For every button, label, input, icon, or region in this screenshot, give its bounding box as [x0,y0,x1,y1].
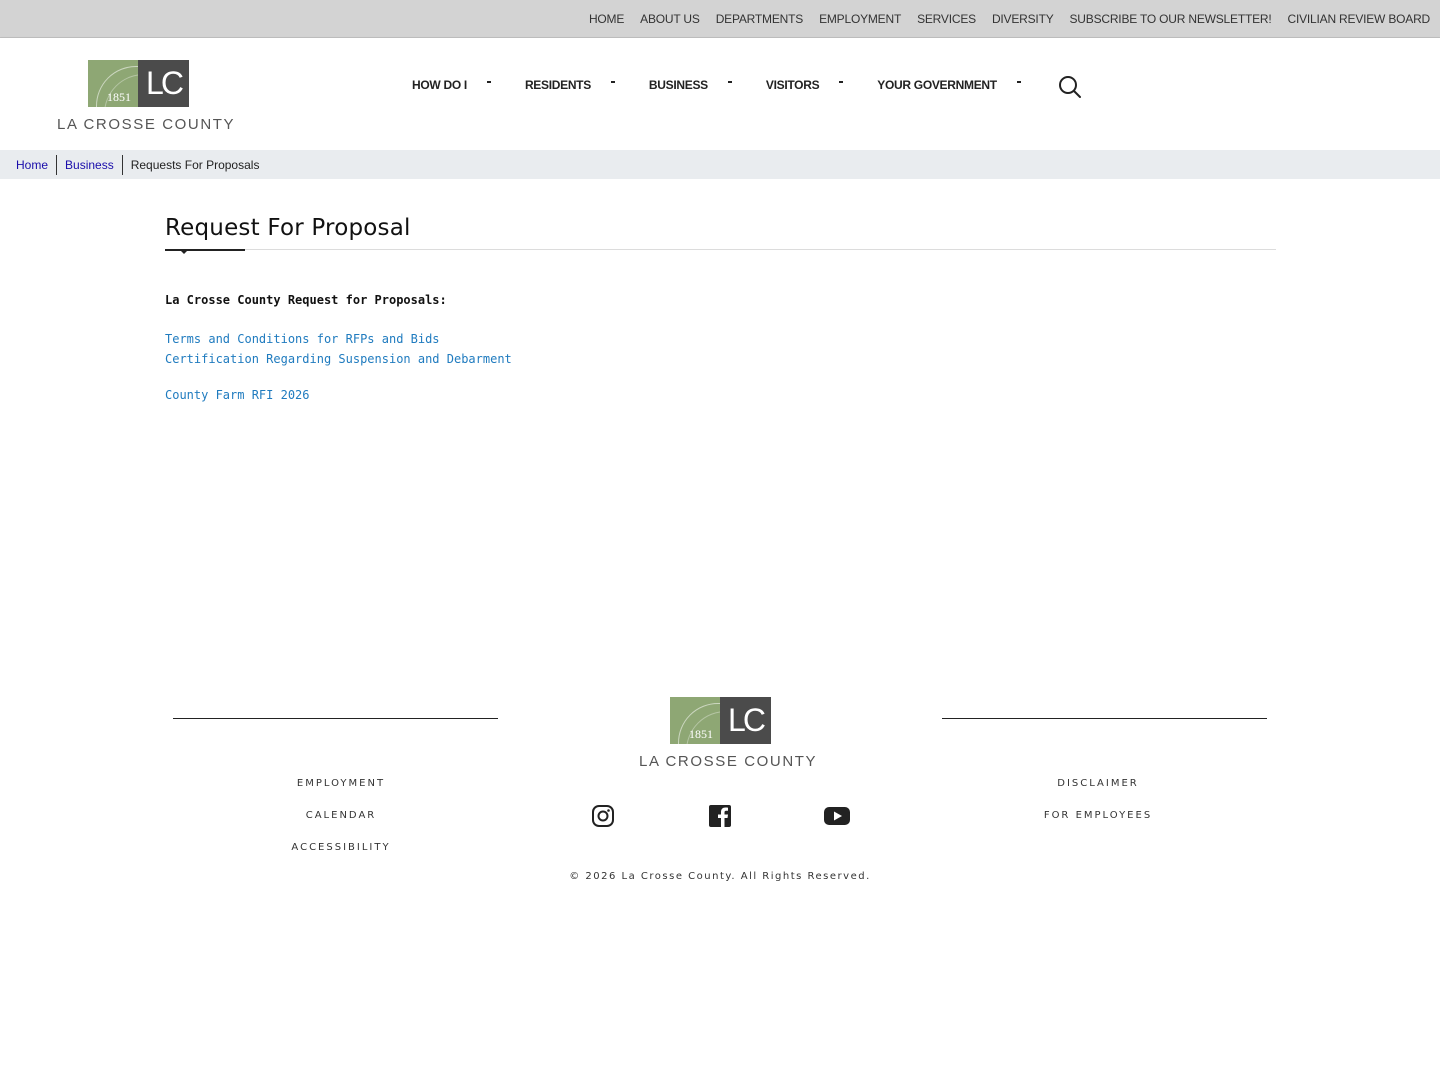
facebook-icon[interactable] [708,804,732,828]
footer-links-right: DISCLAIMER FOR EMPLOYEES [998,773,1198,837]
search-icon[interactable] [1058,75,1082,99]
logo-initials: LC [728,702,766,738]
nav-item-label: HOW DO I [412,78,467,92]
logo-name: LA CROSSE COUNTY [639,753,818,770]
dropdown-caret-icon [839,81,844,83]
utility-bar: HOME ABOUT US DEPARTMENTS EMPLOYMENT SER… [0,0,1440,38]
utility-link-civilian-review-board[interactable]: CIVILIAN REVIEW BOARD [1288,12,1431,26]
footer-link-calendar[interactable]: CALENDAR [306,810,377,821]
utility-link-home[interactable]: HOME [589,12,624,26]
title-divider [165,249,1276,254]
logo-mark: 1851 LC [88,60,189,107]
dropdown-caret-icon [610,81,615,83]
utility-link-services[interactable]: SERVICES [917,12,976,26]
utility-link-diversity[interactable]: DIVERSITY [992,12,1054,26]
rfp-links: Terms and Conditions for RFPs and Bids C… [165,329,1276,369]
footer-link-employment[interactable]: EMPLOYMENT [297,778,385,789]
footer-link-accessibility[interactable]: ACCESSIBILITY [291,842,390,853]
utility-link-newsletter[interactable]: SUBSCRIBE TO OUR NEWSLETTER! [1070,12,1272,26]
footer-links-left: EMPLOYMENT CALENDAR ACCESSIBILITY [241,773,441,869]
instagram-icon[interactable] [591,804,615,828]
page-title: Request For Proposal [165,215,411,241]
logo-year: 1851 [107,90,131,104]
nav-item-label: RESIDENTS [524,78,591,92]
nav-item-residents[interactable]: RESIDENTS [525,78,649,92]
logo-year: 1851 [689,727,713,741]
site-logo[interactable]: 1851 LC LA CROSSE COUNTY [57,60,236,133]
dropdown-caret-icon [486,81,491,83]
section-heading: La Crosse County Request for Proposals: [165,293,447,307]
nav-item-how-do-i[interactable]: HOW DO I [412,78,525,92]
certification-debarment-link[interactable]: Certification Regarding Suspension and D… [165,349,1276,369]
breadcrumb-business[interactable]: Business [65,158,114,172]
copyright-text: © 2026 La Crosse County. All Rights Rese… [569,871,871,882]
logo-name: LA CROSSE COUNTY [57,116,236,133]
footer-link-disclaimer[interactable]: DISCLAIMER [1057,778,1138,789]
main-content: Request For Proposal La Crosse County Re… [165,215,1276,405]
logo-mark: 1851 LC [670,697,771,744]
breadcrumb-current: Requests For Proposals [130,157,260,172]
footer-divider-left [173,718,498,719]
breadcrumb: Home Business Requests For Proposals [0,150,1440,179]
breadcrumb-home[interactable]: Home [16,158,48,172]
site-header: 1851 LC LA CROSSE COUNTY HOW DO I RESIDE… [0,38,1440,150]
utility-link-departments[interactable]: DEPARTMENTS [716,12,804,26]
main-nav: HOW DO I RESIDENTS BUSINESS VISITORS YOU… [412,78,1055,92]
nav-item-label: BUSINESS [648,78,708,92]
youtube-icon[interactable] [824,804,850,828]
dropdown-caret-icon [727,81,732,83]
footer-logo[interactable]: 1851 LC LA CROSSE COUNTY [639,697,818,770]
utility-nav: HOME ABOUT US DEPARTMENTS EMPLOYMENT SER… [589,10,1430,28]
nav-item-your-government[interactable]: YOUR GOVERNMENT [877,78,1055,92]
county-farm-rfi-link[interactable]: County Farm RFI 2026 [165,385,1276,405]
nav-item-business[interactable]: BUSINESS [649,78,766,92]
nav-item-visitors[interactable]: VISITORS [766,78,877,92]
rfi-links: County Farm RFI 2026 [165,385,1276,405]
utility-link-employment[interactable]: EMPLOYMENT [819,12,901,26]
footer-divider-right [942,718,1267,719]
footer-link-for-employees[interactable]: FOR EMPLOYEES [1044,810,1152,821]
terms-conditions-link[interactable]: Terms and Conditions for RFPs and Bids [165,329,1276,349]
nav-item-label: YOUR GOVERNMENT [877,78,997,92]
logo-initials: LC [146,65,184,101]
utility-link-about-us[interactable]: ABOUT US [640,12,700,26]
dropdown-caret-icon [1016,81,1021,83]
nav-item-label: VISITORS [765,78,820,92]
